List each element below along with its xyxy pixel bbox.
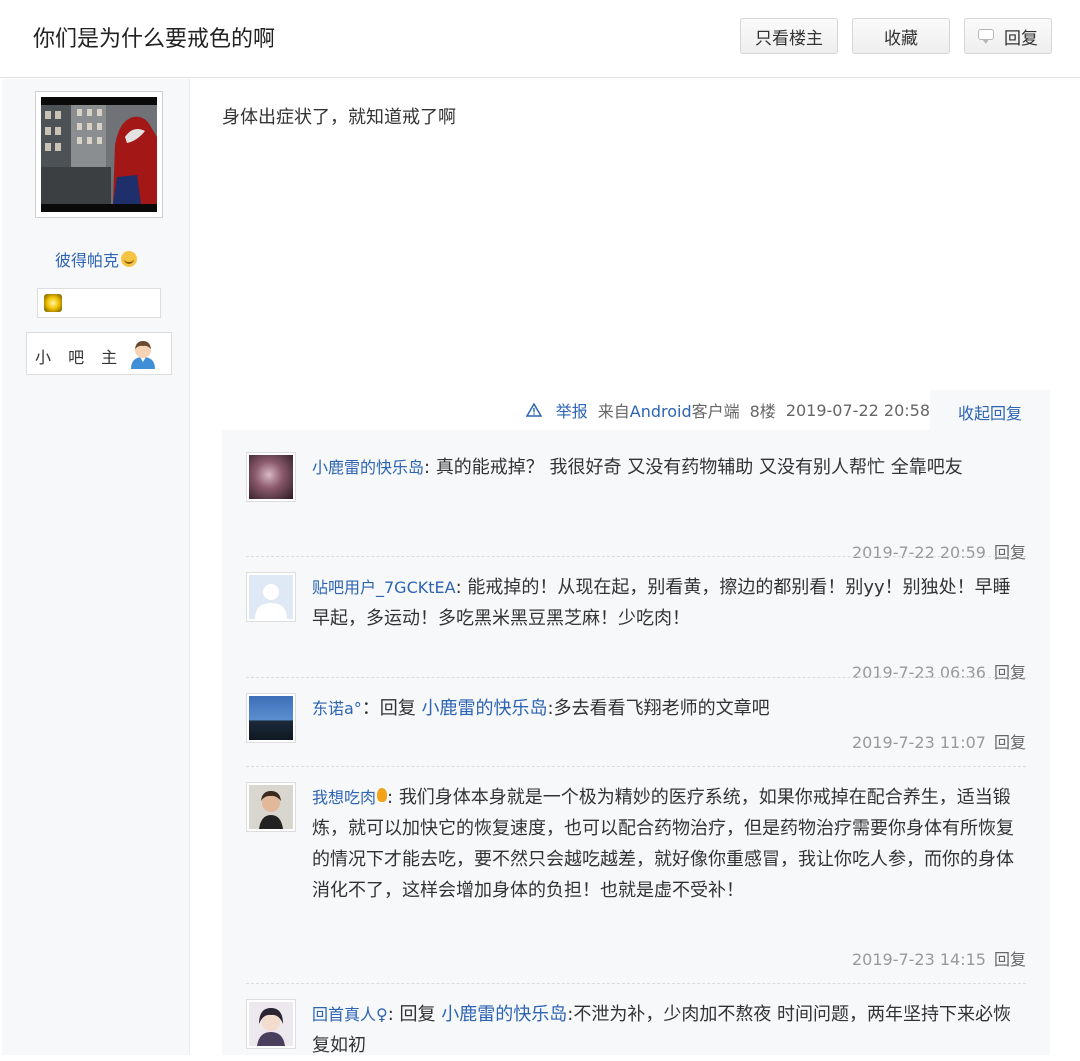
- sun-badge-icon: [44, 294, 62, 312]
- post-content: 身体出症状了，就知道戒了啊: [222, 107, 456, 128]
- commenter-name[interactable]: 贴吧用户_7GCKtEA: [312, 578, 456, 597]
- comment-time: 2019-7-23 14:15: [851, 950, 986, 969]
- author-name[interactable]: 彼得帕克: [2, 247, 190, 271]
- reply-button-label: 回复: [1004, 28, 1038, 49]
- post-floor: 8楼: [749, 402, 776, 421]
- comment-text: 小鹿雷的快乐岛: 真的能戒掉？ 我很好奇 又没有药物辅助 又没有别人帮忙 全靠吧…: [312, 457, 963, 478]
- comment-divider: [246, 677, 1026, 678]
- only-op-button[interactable]: 只看楼主: [740, 18, 838, 54]
- comment-divider: [246, 766, 1026, 767]
- comment-text: 贴吧用户_7GCKtEA: 能戒掉的！从现在起，别看黄，擦边的都别看！别yy！别…: [312, 577, 1011, 629]
- report-link[interactable]: 举报: [525, 398, 588, 422]
- mention-link[interactable]: 小鹿雷的快乐岛: [422, 698, 548, 719]
- comment-body: 真的能戒掉？ 我很好奇 又没有药物辅助 又没有别人帮忙 全靠吧友: [435, 457, 963, 478]
- comment-footer: 2019-7-23 11:07 回复: [852, 729, 1026, 753]
- comment-text: 我想吃肉: 我们身体本身就是一个极为精妙的医疗系统，如果你戒掉在配合养生，适当锻…: [312, 787, 1014, 901]
- commenter-name[interactable]: 我想吃肉: [312, 788, 388, 807]
- post-meta: 举报 来自Android客户端 8楼 2019-07-22 20:58: [222, 390, 930, 430]
- comment-footer: 2019-7-22 20:59 回复: [852, 539, 1026, 563]
- commenter-avatar[interactable]: [246, 782, 296, 832]
- comment-reply-link[interactable]: 回复: [994, 733, 1026, 752]
- moderator-person-icon: [131, 341, 155, 369]
- role-label: 小 吧 主: [35, 348, 124, 367]
- fire-icon: [377, 788, 388, 802]
- author-name-text: 彼得帕克: [54, 251, 119, 270]
- comment-icon: [978, 29, 996, 44]
- android-client-link[interactable]: Android: [630, 402, 692, 421]
- grin-emoji-icon: [121, 251, 137, 267]
- author-avatar[interactable]: [35, 91, 163, 218]
- commenter-avatar[interactable]: [246, 999, 296, 1049]
- comment-body: :多去看看飞翔老师的文章吧: [547, 698, 770, 719]
- comment-reply-link[interactable]: 回复: [994, 950, 1026, 969]
- comment-time: 2019-7-22 20:59: [851, 543, 986, 562]
- comment-list: 小鹿雷的快乐岛: 真的能戒掉？ 我很好奇 又没有药物辅助 又没有别人帮忙 全靠吧…: [222, 430, 1050, 1056]
- commenter-avatar[interactable]: [246, 693, 296, 743]
- comment-text: 东诺a°：回复 小鹿雷的快乐岛:多去看看飞翔老师的文章吧: [312, 698, 770, 719]
- role-badge[interactable]: 小 吧 主: [26, 332, 172, 375]
- report-label: 举报: [555, 402, 588, 421]
- avatar-image: [41, 97, 157, 212]
- commenter-avatar[interactable]: [246, 452, 296, 502]
- post-source: 来自Android客户端: [597, 402, 740, 421]
- collapse-replies-button[interactable]: 收起回复: [930, 390, 1050, 434]
- post-time: 2019-07-22 20:58: [785, 400, 930, 420]
- reply-button[interactable]: 回复: [964, 18, 1052, 54]
- comment-footer: 2019-7-23 14:15 回复: [852, 946, 1026, 970]
- comment-body: 我们身体本身就是一个极为精妙的医疗系统，如果你戒掉在配合养生，适当锻炼，就可以加…: [312, 787, 1014, 901]
- comment-footer: 2019-7-23 06:36 回复: [852, 659, 1026, 683]
- thread-header: 你们是为什么要戒色的啊 只看楼主 收藏 回复: [0, 0, 1080, 78]
- commenter-avatar[interactable]: [246, 572, 296, 622]
- default-user-icon: [249, 575, 293, 619]
- author-sidebar: 彼得帕克 小 吧 主: [2, 79, 190, 1055]
- warning-icon: [525, 403, 542, 417]
- comment-divider: [246, 556, 1026, 557]
- comment-text: 回首真人♀: 回复 小鹿雷的快乐岛:不泄为补，少肉加不熬夜 时间问题，两年坚持下…: [312, 1004, 1012, 1056]
- favorite-button[interactable]: 收藏: [852, 18, 950, 54]
- commenter-name[interactable]: 东诺a°: [312, 699, 362, 718]
- comment-time: 2019-7-23 11:07: [851, 733, 986, 752]
- comment-time: 2019-7-23 06:36: [851, 663, 986, 682]
- thread-title: 你们是为什么要戒色的啊: [33, 27, 276, 52]
- level-badge[interactable]: [37, 288, 161, 318]
- commenter-name[interactable]: 回首真人♀: [312, 1005, 388, 1024]
- comment-reply-link[interactable]: 回复: [994, 543, 1026, 562]
- comment-reply-link[interactable]: 回复: [994, 663, 1026, 682]
- comment-divider: [246, 983, 1026, 984]
- mention-link[interactable]: 小鹿雷的快乐岛: [441, 1004, 567, 1025]
- commenter-name[interactable]: 小鹿雷的快乐岛: [312, 458, 424, 477]
